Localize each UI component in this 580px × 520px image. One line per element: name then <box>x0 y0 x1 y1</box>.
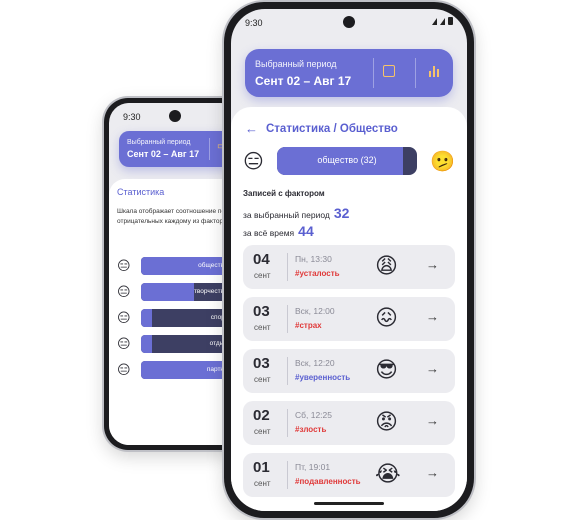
back-phone-screen: 9:30 Выбранный период Сент 02 – Авг 17 ▭… <box>109 103 241 445</box>
divider <box>287 305 288 333</box>
status-bar: 9:30 <box>109 103 241 125</box>
bar-chart-icon[interactable] <box>429 63 443 77</box>
back-arrow-icon[interactable]: ← <box>245 121 258 136</box>
status-time: 9:30 <box>123 112 141 122</box>
entry-day: 01 <box>253 459 270 476</box>
negative-face-icon: 😑 <box>243 151 264 173</box>
factor-bar[interactable]: общество (32) <box>277 147 417 175</box>
all-time-label: за всё время <box>243 228 295 238</box>
camera-hole <box>169 110 181 122</box>
selected-period-label: за выбранный период <box>243 210 330 220</box>
wifi-icon <box>432 17 437 25</box>
entry-month: сент <box>254 323 271 332</box>
mood-icon: 😩 <box>375 253 398 278</box>
divider <box>209 138 210 160</box>
calendar-icon[interactable] <box>383 65 395 77</box>
panel-title: Статистика <box>117 187 165 197</box>
all-time-count: 44 <box>298 223 314 239</box>
status-bar: 9:30 <box>231 9 467 31</box>
neutral-face-icon: 😑 <box>117 362 131 377</box>
period-label: Выбранный период <box>255 59 337 69</box>
divider <box>287 409 288 437</box>
factor-label: общество (32) <box>317 155 377 165</box>
period-value: Сент 02 – Авг 17 <box>255 74 352 88</box>
page-header: ← Статистика / Общество <box>245 121 398 136</box>
factor-row[interactable]: 😑 творчество (20) <box>117 283 241 301</box>
entry-tag: #уверенность <box>295 373 351 382</box>
panel-description: Шкала отображает соотношение положительн… <box>117 208 241 225</box>
entry-day: 03 <box>253 303 270 320</box>
entry-month: сент <box>254 375 271 384</box>
camera-hole <box>343 16 355 28</box>
entry-day: 02 <box>253 407 270 424</box>
divider <box>373 58 374 88</box>
period-label: Выбранный период <box>127 139 191 146</box>
entry-card[interactable]: 02 сент Сб, 12:25 #злость 😡 → <box>243 401 455 445</box>
mood-icon: 😖 <box>375 305 398 330</box>
entry-tag: #подавленность <box>295 477 361 486</box>
entry-tag: #страх <box>295 321 322 330</box>
front-phone-frame: 9:30 Выбранный период Сент 02 – Авг 17 ←… <box>224 2 474 518</box>
battery-icon <box>448 17 453 25</box>
positive-fill <box>141 283 194 301</box>
entry-card[interactable]: 03 сент Вск, 12:20 #уверенность 😎 → <box>243 349 455 393</box>
entry-tag: #злость <box>295 425 327 434</box>
positive-face-icon: 🫤 <box>430 151 455 173</box>
factor-row[interactable]: 😑 отдых (12) <box>117 335 241 353</box>
arrow-right-icon[interactable]: → <box>426 309 439 324</box>
neutral-face-icon: 😑 <box>117 258 131 273</box>
statistics-panel: Статистика Шкала отображает соотношение … <box>109 179 241 445</box>
mood-icon: 😎 <box>375 357 398 382</box>
divider <box>415 58 416 88</box>
status-time: 9:30 <box>245 18 263 28</box>
entry-time: Вск, 12:00 <box>295 306 335 316</box>
arrow-right-icon[interactable]: → <box>426 413 439 428</box>
divider <box>287 357 288 385</box>
period-value: Сент 02 – Авг 17 <box>127 149 200 159</box>
factor-row[interactable]: 😑 спорт (12) <box>117 309 241 327</box>
records-title: Записей с фактором <box>243 189 325 198</box>
mood-icon: 😡 <box>375 409 398 434</box>
arrow-right-icon[interactable]: → <box>426 465 439 480</box>
neutral-face-icon: 😑 <box>117 284 131 299</box>
entry-day: 04 <box>253 251 270 268</box>
entry-month: сент <box>254 271 271 280</box>
signal-icon <box>440 17 445 25</box>
front-phone-screen: 9:30 Выбранный период Сент 02 – Авг 17 ←… <box>231 9 467 511</box>
period-card[interactable]: Выбранный период Сент 02 – Авг 17 <box>245 49 453 97</box>
period-card[interactable]: Выбранный период Сент 02 – Авг 17 ▭ <box>119 131 241 167</box>
arrow-right-icon[interactable]: → <box>426 361 439 376</box>
entry-time: Сб, 12:25 <box>295 410 333 420</box>
positive-fill <box>141 309 152 327</box>
factor-summary: 😑 общество (32) 🫤 <box>243 147 455 175</box>
entry-card[interactable]: 01 сент Пт, 19:01 #подавленность 😭 → <box>243 453 455 497</box>
entry-time: Пн, 13:30 <box>295 254 332 264</box>
factor-row[interactable]: 😑 общество (32) <box>117 257 241 275</box>
neutral-face-icon: 😑 <box>117 336 131 351</box>
entry-time: Пт, 19:01 <box>295 462 331 472</box>
all-time-count-line: за всё время 44 <box>243 223 314 239</box>
entry-day: 03 <box>253 355 270 372</box>
divider <box>287 461 288 489</box>
positive-fill <box>141 335 152 353</box>
factor-row[interactable]: 😑 партнер (7) <box>117 361 241 379</box>
neutral-face-icon: 😑 <box>117 310 131 325</box>
entry-month: сент <box>254 427 271 436</box>
home-indicator <box>314 502 384 505</box>
page-title: Статистика / Общество <box>266 122 398 135</box>
selected-period-count: 32 <box>333 205 350 221</box>
mood-icon: 😭 <box>375 461 401 486</box>
entry-month: сент <box>254 479 271 488</box>
divider <box>287 253 288 281</box>
entry-time: Вск, 12:20 <box>295 358 335 368</box>
entry-tag: #усталость <box>295 269 340 278</box>
entry-card[interactable]: 03 сент Вск, 12:00 #страх 😖 → <box>243 297 455 341</box>
status-icons <box>432 17 453 25</box>
selected-period-count-line: за выбранный период 32 <box>243 205 349 221</box>
entry-card[interactable]: 04 сент Пн, 13:30 #усталость 😩 → <box>243 245 455 289</box>
statistics-panel: ← Статистика / Общество 😑 общество (32) … <box>231 107 467 511</box>
arrow-right-icon[interactable]: → <box>426 257 439 272</box>
